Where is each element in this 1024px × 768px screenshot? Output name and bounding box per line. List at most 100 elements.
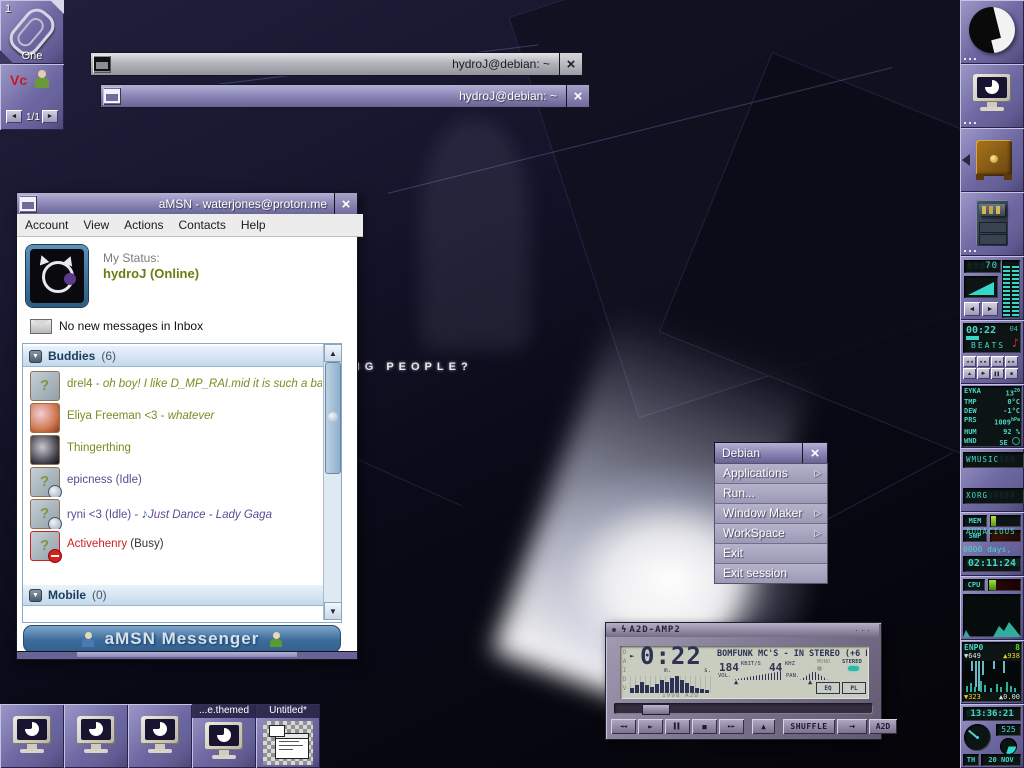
shuffle-button[interactable]: SHUFFLE — [783, 719, 835, 734]
buddy-row[interactable]: Eliya Freeman <3 - whatever — [23, 401, 323, 433]
debian-menu-titlebar[interactable]: Debian — [714, 442, 803, 464]
buddy-row[interactable]: ? epicness (Idle) — [23, 465, 323, 497]
seek-thumb[interactable] — [642, 704, 670, 715]
menu-actions[interactable]: Actions — [124, 218, 163, 232]
clutterbar[interactable]: OAIDV — [621, 648, 628, 693]
appicon-themed[interactable]: ...e.themed — [192, 704, 256, 768]
miniaturize-button[interactable] — [19, 195, 37, 213]
cpu-graph — [963, 594, 1021, 637]
appicon-terminal-3[interactable] — [128, 704, 192, 768]
previous-button[interactable]: ◄◄ — [611, 719, 636, 734]
amsn-titlebar[interactable]: aMSN - waterjones@proton.me × — [16, 192, 358, 216]
scroll-thumb[interactable] — [325, 362, 341, 474]
menu-account[interactable]: Account — [25, 218, 68, 232]
mixer-next-channel-button[interactable]: ► — [982, 302, 998, 316]
avatar[interactable] — [26, 245, 88, 307]
clip-next-arrow[interactable] — [50, 0, 64, 14]
inbox-text[interactable]: No new messages in Inbox — [59, 319, 203, 333]
collapse-button[interactable]: ▼ — [29, 350, 42, 363]
pager-left-button[interactable]: ◄ — [6, 110, 22, 123]
pan-slider[interactable] — [800, 671, 828, 680]
pager-right-button[interactable]: ► — [42, 110, 58, 123]
eject-button[interactable]: ▲ — [752, 719, 775, 734]
buddies-group-header[interactable]: ▼ Buddies (6) — [23, 345, 329, 367]
scrollbar[interactable]: ▲ ▼ — [323, 344, 341, 620]
menu-close-button[interactable]: × — [802, 442, 828, 464]
spectrum-analyzer[interactable] — [630, 676, 714, 693]
play-button[interactable]: ► — [977, 368, 990, 379]
miniaturize-button[interactable] — [93, 55, 111, 73]
scroll-up-button[interactable]: ▲ — [324, 344, 342, 362]
menu-item-window-maker[interactable]: Window Maker▷ — [715, 504, 827, 524]
menu-item-exit-session[interactable]: Exit session — [715, 564, 827, 583]
dock-tile-terminal[interactable] — [960, 64, 1024, 128]
dock-tile-sysmon[interactable]: MEM SWP 0000 days, 02:11:24 — [960, 512, 1024, 576]
mixer-prev-channel-button[interactable]: ◄ — [964, 302, 980, 316]
xmms-titlebar[interactable]: ϟ A2D-AMP2 ··· — [606, 623, 879, 637]
rewind-button[interactable]: ◄◄ — [991, 356, 1004, 367]
pause-button[interactable]: ▌▌ — [665, 719, 690, 734]
pager-dockapp[interactable]: Vc ◄ 1/1 ► — [0, 64, 64, 130]
buddy-row[interactable]: ? drel4 - oh boy! I like D_MP_RAI.mid it… — [23, 369, 323, 401]
menu-item-exit[interactable]: Exit — [715, 544, 827, 564]
workspace-clip[interactable]: 1 One — [0, 0, 64, 64]
buddy-row[interactable]: Thingerthing — [23, 433, 323, 465]
dock-tile-mixer[interactable]: 70 ◄ ► — [960, 256, 1024, 320]
dock-tile-wmusic[interactable]: 00:22 04 BEATS ♪ ◄◄ ►► ◄◄ ►► ▲ ► ▌▌ ■ — [960, 320, 1024, 384]
close-button[interactable]: × — [559, 53, 582, 75]
time-display[interactable]: 0:22 — [640, 642, 702, 670]
dock-tile-cpu[interactable]: CPU — [960, 576, 1024, 640]
menu-item-applications[interactable]: Applications▷ — [715, 464, 827, 484]
dock-tile-applist[interactable]: WMUSIC XORG AUDACIOUS — [960, 448, 1024, 512]
menu-view[interactable]: View — [83, 218, 109, 232]
eject-button[interactable]: ▲ — [963, 368, 976, 379]
collapse-button[interactable]: ▼ — [29, 589, 42, 602]
status-value[interactable]: hydroJ (Online) — [103, 266, 199, 281]
skip-forward-button[interactable]: ►► — [977, 356, 990, 367]
dock-tile-network[interactable]: ENP0 8 ▼649 ▲938 — [960, 640, 1024, 704]
menu-help[interactable]: Help — [241, 218, 266, 232]
a2d-button[interactable]: A2D — [869, 719, 897, 734]
buddy-row[interactable]: ? Activehenry (Busy) — [23, 529, 323, 561]
repeat-button[interactable]: → — [837, 719, 867, 734]
dock-tile-cabinet[interactable] — [960, 192, 1024, 256]
amsn-footer-button[interactable]: aMSN Messenger — [23, 625, 341, 653]
appicon-untitled[interactable]: Untitled* — [256, 704, 320, 768]
mixer-volume-triangle[interactable] — [964, 276, 998, 298]
fast-forward-button[interactable]: ►► — [1005, 356, 1018, 367]
terminal-window-1-titlebar[interactable]: hydroJ@debian: ~ × — [90, 52, 583, 76]
close-button[interactable]: × — [334, 193, 357, 215]
terminal-window-2-titlebar[interactable]: hydroJ@debian: ~ × — [100, 84, 590, 108]
stop-button[interactable]: ■ — [692, 719, 717, 734]
appicon-terminal-2[interactable] — [64, 704, 128, 768]
menu-contacts[interactable]: Contacts — [179, 218, 226, 232]
dock-tile-clock[interactable]: 13:36:21 525 TH 20 NOV — [960, 704, 1024, 768]
dock-tile-wmaker[interactable] — [960, 0, 1024, 64]
play-button[interactable]: ► — [638, 719, 663, 734]
skip-back-button[interactable]: ◄◄ — [963, 356, 976, 367]
close-button[interactable]: × — [566, 85, 589, 107]
pl-button[interactable]: PL — [842, 682, 866, 694]
buddy-row[interactable]: ? ryni <3 (Idle) - ♪Just Dance - Lady Ga… — [23, 497, 323, 529]
menu-item-workspace[interactable]: WorkSpace▷ — [715, 524, 827, 544]
volume-thumb-icon[interactable]: ▲ — [734, 678, 738, 686]
debian-menu-title: Debian — [722, 446, 760, 460]
seek-slider[interactable] — [614, 703, 873, 714]
dock-tile-drawer[interactable] — [960, 128, 1024, 192]
wmusic-track-number: 04 — [1010, 325, 1018, 333]
track-title[interactable]: BOMFUNK MC'S - IN STEREO (+6 B — [717, 649, 867, 659]
miniaturize-button[interactable] — [103, 87, 121, 105]
drawer-arrow-icon[interactable] — [962, 154, 970, 166]
resizebar[interactable] — [16, 651, 358, 660]
menu-item-run[interactable]: Run... — [715, 484, 827, 504]
pause-button[interactable]: ▌▌ — [991, 368, 1004, 379]
pan-thumb-icon[interactable]: ▲ — [808, 678, 812, 686]
xmms-menu-dots[interactable]: ··· — [855, 625, 873, 635]
stop-button[interactable]: ■ — [1005, 368, 1018, 379]
next-button[interactable]: ►► — [719, 719, 744, 734]
appicon-terminal-1[interactable] — [0, 704, 64, 768]
eq-button[interactable]: EQ — [816, 682, 840, 694]
scroll-down-button[interactable]: ▼ — [324, 602, 342, 620]
dock-tile-weather[interactable]: EYKA1320 TMP0°C DEW-1°C PRS1009hPa HUM92… — [960, 384, 1024, 448]
mobile-group-header[interactable]: ▼ Mobile (0) — [23, 584, 329, 606]
